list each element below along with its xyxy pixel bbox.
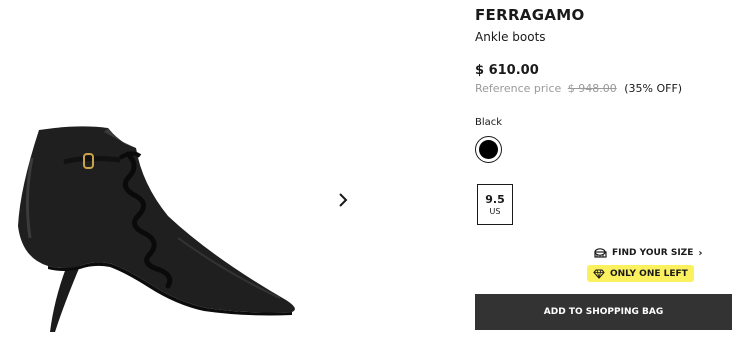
size-value: 9.5 (485, 192, 505, 206)
find-your-size-label: FIND YOUR SIZE (612, 248, 694, 258)
stock-badge: ONLY ONE LEFT (587, 265, 694, 282)
reference-price: $ 948.00 (567, 82, 617, 95)
product-image (18, 126, 295, 332)
add-to-shopping-bag-button[interactable]: ADD TO SHOPPING BAG (475, 294, 732, 330)
diamond-icon (593, 268, 605, 279)
color-label: Black (475, 117, 503, 128)
color-swatch-fill (479, 140, 498, 159)
reference-price-label: Reference price (475, 82, 562, 95)
find-your-size-link[interactable]: FIND YOUR SIZE › (594, 246, 702, 260)
brand-name[interactable]: FERRAGAMO (475, 6, 585, 24)
product-gallery (0, 0, 360, 337)
measuring-tape-icon (594, 247, 607, 258)
product-name: Ankle boots (475, 30, 546, 44)
stock-badge-label: ONLY ONE LEFT (610, 268, 688, 279)
next-image-button[interactable] (333, 189, 353, 211)
size-option[interactable]: 9.5 US (477, 184, 513, 225)
discount-badge: (35% OFF) (624, 82, 683, 95)
current-price: $ 610.00 (475, 63, 539, 78)
product-details: FERRAGAMO Ankle boots $ 610.00 Reference… (475, 0, 732, 337)
color-swatch-black[interactable] (475, 136, 502, 163)
chevron-right-icon: › (698, 247, 703, 259)
size-unit: US (489, 206, 501, 216)
reference-price-row: Reference price $ 948.00 (35% OFF) (475, 82, 682, 95)
chevron-right-icon (339, 193, 348, 207)
